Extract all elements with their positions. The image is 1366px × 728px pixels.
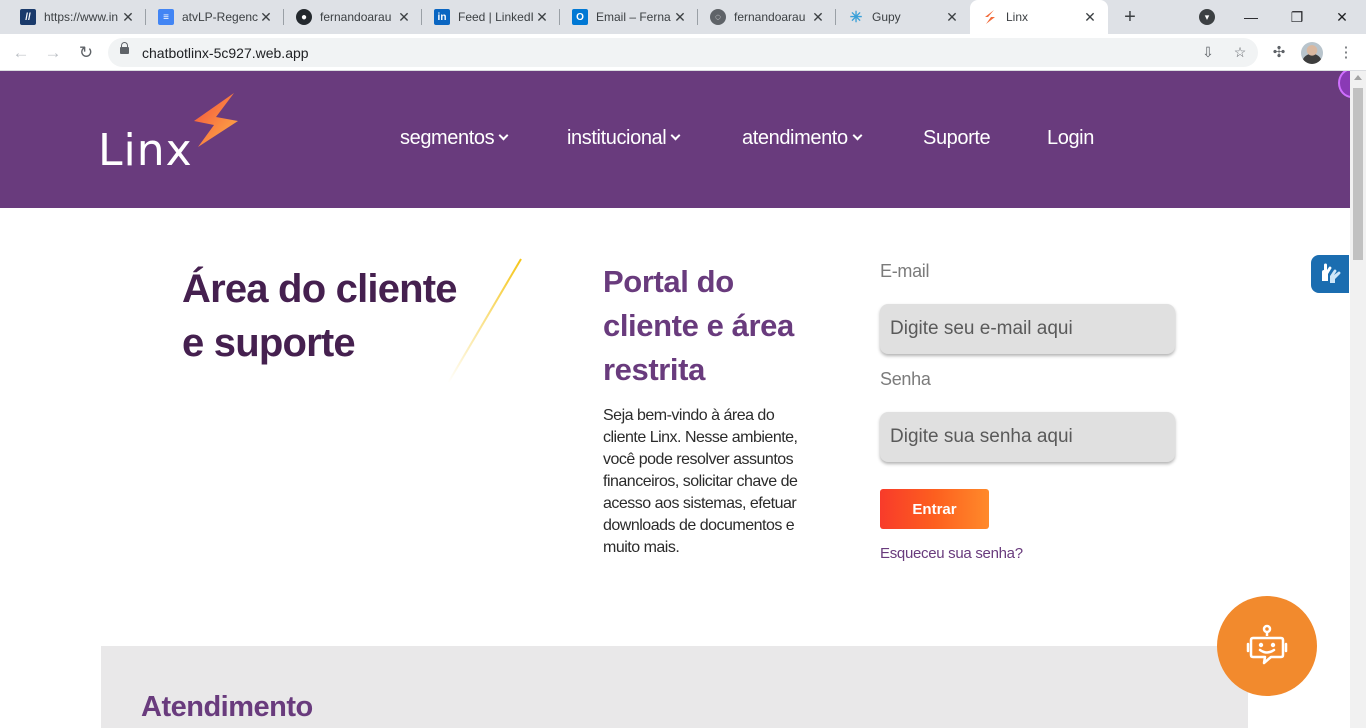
sign-language-hands-icon: [1322, 263, 1341, 283]
browser-tab[interactable]: in Feed | LinkedI ✕: [422, 0, 560, 34]
browser-menu-icon[interactable]: ⋮: [1334, 41, 1358, 65]
close-tab-icon[interactable]: ✕: [810, 9, 826, 26]
forward-icon[interactable]: →: [41, 41, 65, 65]
password-field[interactable]: [880, 412, 1175, 462]
close-tab-icon[interactable]: ✕: [672, 9, 688, 26]
close-tab-icon[interactable]: ✕: [258, 9, 274, 26]
address-bar[interactable]: chatbotlinx-5c927.web.app ⇩ ☆: [108, 38, 1258, 67]
tab-title: fernandoarau: [734, 10, 806, 24]
login-button[interactable]: Entrar: [880, 489, 989, 529]
email-field[interactable]: [880, 304, 1175, 354]
github-icon: ●: [296, 9, 312, 25]
extensions-puzzle-icon[interactable]: ✣: [1267, 41, 1291, 65]
hero-title: Área do cliente e suporte: [182, 262, 458, 370]
nav-suporte[interactable]: Suporte: [923, 127, 991, 150]
tab-search-icon[interactable]: ▾: [1199, 9, 1215, 25]
reload-icon[interactable]: ↻: [74, 41, 98, 65]
profile-avatar[interactable]: [1301, 42, 1323, 64]
page-viewport: Linx segmentos institucional atendimento…: [0, 71, 1350, 728]
nav-label: Login: [1047, 127, 1094, 149]
scrollbar-thumb[interactable]: [1353, 88, 1363, 260]
close-tab-icon[interactable]: ✕: [396, 9, 412, 26]
scroll-up-arrow-icon[interactable]: [1354, 75, 1362, 80]
robot-icon: [1246, 624, 1288, 665]
browser-tab[interactable]: ◌ fernandoarau ✕: [698, 0, 836, 34]
email-label: E-mail: [880, 261, 930, 281]
chevron-down-icon: [498, 130, 509, 141]
tab-title: Email – Ferna: [596, 10, 671, 24]
nav-label: atendimento: [742, 127, 848, 149]
nav-login[interactable]: Login: [1047, 127, 1094, 150]
tab-title: Gupy: [872, 10, 901, 24]
forgot-password-link[interactable]: Esqueceu sua senha?: [880, 545, 1023, 562]
password-label: Senha: [880, 369, 931, 389]
restore-button[interactable]: ❐: [1283, 5, 1311, 29]
chevron-down-icon: [670, 130, 681, 141]
nav-label: institucional: [567, 127, 667, 149]
linx-bolt-icon: [194, 93, 238, 147]
browser-tab[interactable]: ● fernandoarau ✕: [284, 0, 422, 34]
tab-title: atvLP-Regenc: [182, 10, 258, 24]
tab-title: Linx: [1006, 10, 1029, 24]
linx-icon: [982, 9, 998, 25]
browser-tab-bar: // https://www.in ✕ ≡ atvLP-Regenc ✕ ● f…: [0, 0, 1366, 34]
ie-logo-icon: //: [20, 9, 36, 25]
portal-title: Portal do cliente e área restrita: [603, 260, 794, 392]
nav-atendimento[interactable]: atendimento: [742, 127, 863, 150]
tab-title: fernandoarau: [320, 10, 392, 24]
logo-text: Linx: [98, 125, 193, 176]
atendimento-section: Atendimento: [101, 646, 1248, 728]
portal-description: Seja bem-vindo à área do cliente Linx. N…: [603, 407, 798, 556]
linx-logo[interactable]: Linx: [98, 93, 248, 183]
accessibility-widget[interactable]: [1311, 255, 1349, 293]
lock-icon: [120, 42, 129, 54]
nav-label: Suporte: [923, 127, 991, 149]
browser-tab[interactable]: O Email – Ferna ✕: [560, 0, 698, 34]
nav-label: segmentos: [400, 127, 495, 149]
close-window-button[interactable]: ✕: [1328, 5, 1356, 29]
nav-segmentos[interactable]: segmentos: [400, 127, 509, 150]
browser-toolbar: ← → ↻ chatbotlinx-5c927.web.app ⇩ ☆ ✣ ⋮: [0, 34, 1366, 71]
site-header: Linx segmentos institucional atendimento…: [0, 71, 1350, 208]
install-app-icon[interactable]: ⇩: [1199, 43, 1217, 61]
hero-title-line: e suporte: [182, 321, 356, 365]
browser-tab[interactable]: ≡ atvLP-Regenc ✕: [146, 0, 284, 34]
floating-widget-icon[interactable]: [1338, 71, 1350, 98]
portal-title-line: restrita: [603, 352, 705, 387]
gupy-icon: ✳: [849, 9, 863, 26]
outlook-icon: O: [572, 9, 588, 25]
portal-title-line: Portal do: [603, 264, 734, 299]
chatbot-button[interactable]: [1217, 596, 1317, 696]
back-icon[interactable]: ←: [9, 41, 33, 65]
close-tab-icon[interactable]: ✕: [534, 9, 550, 26]
close-tab-icon[interactable]: ✕: [944, 9, 960, 26]
page-scrollbar[interactable]: [1350, 71, 1366, 728]
tab-title: Feed | LinkedI: [458, 10, 534, 24]
browser-tab[interactable]: // https://www.in ✕: [8, 0, 146, 34]
browser-tab-active[interactable]: Linx ✕: [970, 0, 1108, 34]
url-text: chatbotlinx-5c927.web.app: [142, 45, 309, 61]
close-tab-icon[interactable]: ✕: [1082, 9, 1098, 26]
nav-institucional[interactable]: institucional: [567, 127, 681, 150]
atendimento-title: Atendimento: [141, 691, 313, 723]
portal-title-line: cliente e área: [603, 308, 794, 343]
new-tab-button[interactable]: +: [1118, 5, 1142, 29]
chevron-down-icon: [852, 130, 863, 141]
bookmark-star-icon[interactable]: ☆: [1231, 43, 1249, 61]
hero-title-line: Área do cliente: [182, 267, 458, 311]
decorative-slash: [447, 258, 522, 384]
browser-tab[interactable]: ✳ Gupy ✕: [836, 0, 970, 34]
minimize-button[interactable]: —: [1237, 5, 1265, 29]
globe-icon: ◌: [710, 9, 726, 25]
tab-title: https://www.in: [44, 10, 119, 24]
google-docs-icon: ≡: [158, 9, 174, 25]
linkedin-icon: in: [434, 9, 450, 25]
close-tab-icon[interactable]: ✕: [120, 9, 136, 26]
